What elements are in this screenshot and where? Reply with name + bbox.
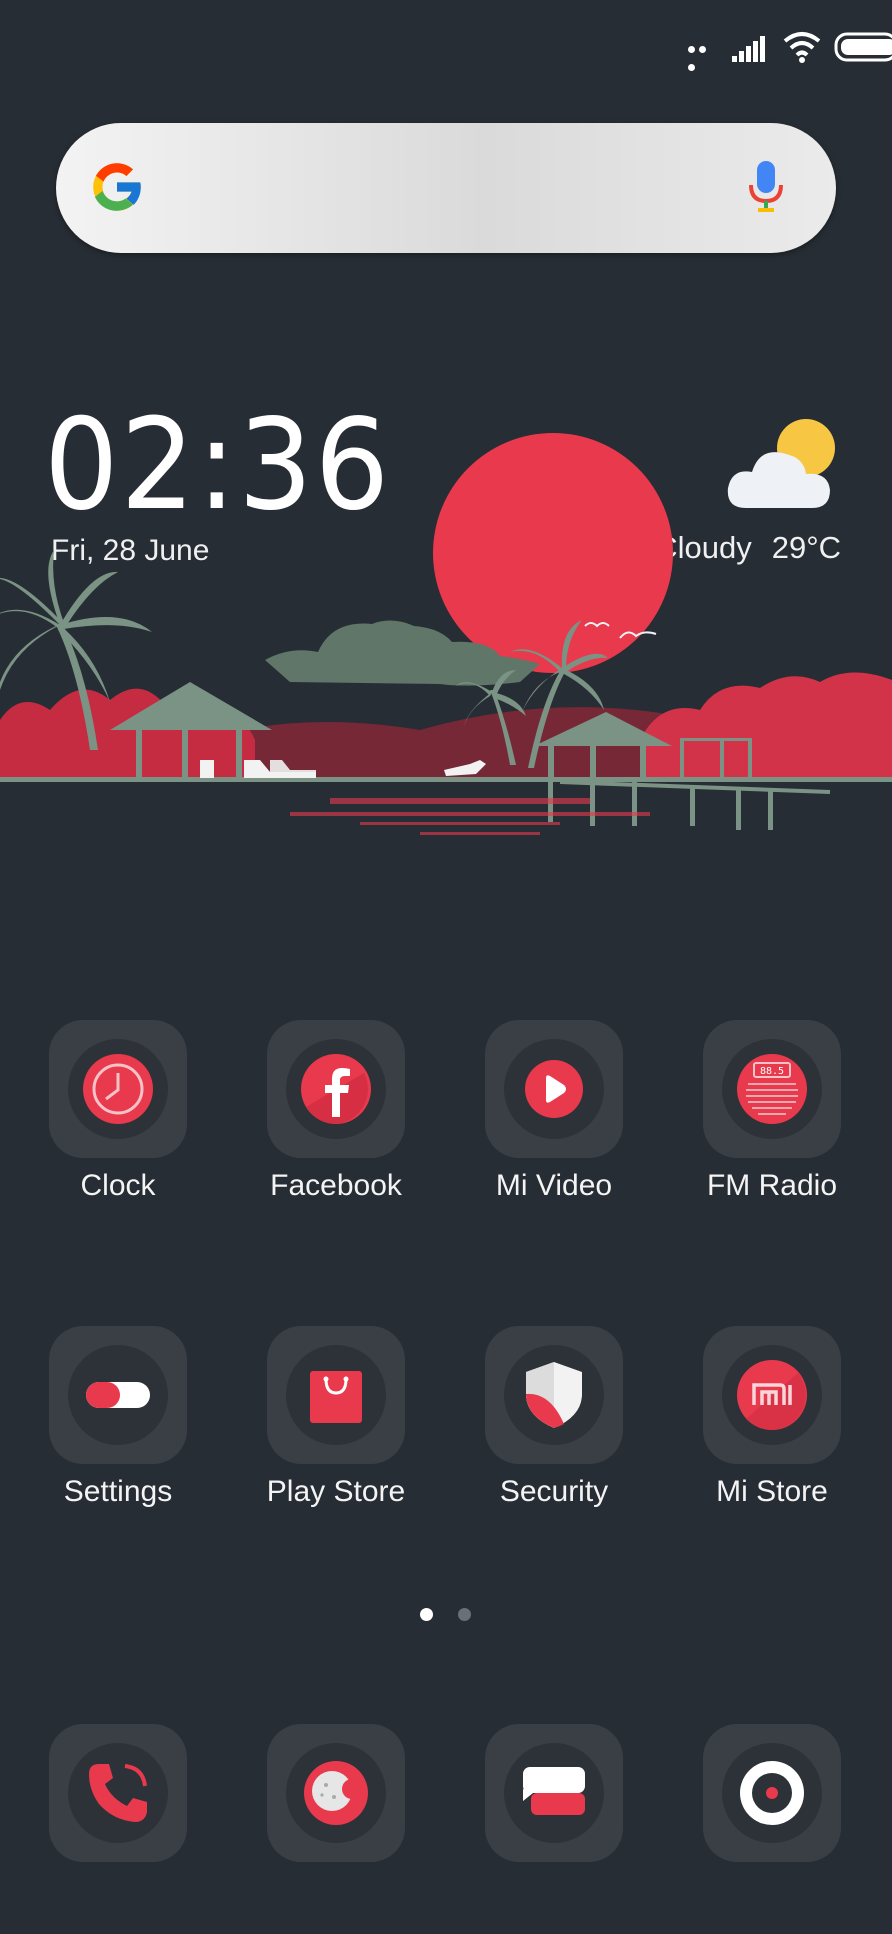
wallpaper-illustration xyxy=(0,433,892,835)
svg-text:88.5: 88.5 xyxy=(760,1066,784,1077)
app-label: Settings xyxy=(63,1475,173,1508)
google-logo xyxy=(93,163,143,211)
camera-icon xyxy=(740,1761,804,1825)
page-dot-active[interactable] xyxy=(420,1608,433,1621)
radio-icon: 88.5 xyxy=(737,1054,807,1124)
app-fm-radio[interactable]: 88.5 FM Radio xyxy=(682,1020,862,1230)
app-label: Clock xyxy=(80,1169,156,1202)
app-label: Security xyxy=(499,1475,609,1508)
app-security[interactable]: Security xyxy=(464,1326,644,1536)
app-label: FM Radio xyxy=(706,1169,838,1202)
app-settings[interactable]: Settings xyxy=(28,1326,208,1536)
phone-icon xyxy=(89,1764,147,1822)
shield-icon xyxy=(526,1362,582,1428)
app-label: Facebook xyxy=(270,1169,402,1202)
app-tile[interactable] xyxy=(485,1020,623,1158)
app-tile[interactable] xyxy=(267,1020,405,1158)
app-tile[interactable] xyxy=(49,1020,187,1158)
app-tile[interactable] xyxy=(267,1326,405,1464)
play-icon xyxy=(525,1060,583,1118)
app-label: Mi Store xyxy=(716,1475,828,1508)
page-dot[interactable] xyxy=(458,1608,471,1621)
app-facebook[interactable]: Facebook xyxy=(246,1020,426,1230)
clock-icon xyxy=(83,1054,153,1124)
app-clock[interactable]: Clock xyxy=(28,1020,208,1230)
status-bar xyxy=(0,14,892,71)
wifi-icon xyxy=(783,32,821,63)
more-dots-icon xyxy=(688,40,720,71)
messages-icon xyxy=(523,1767,585,1815)
app-label: Mi Video xyxy=(495,1169,613,1202)
browser-icon xyxy=(304,1761,368,1825)
dock-browser[interactable] xyxy=(246,1724,426,1934)
facebook-icon xyxy=(301,1054,371,1124)
dock-camera[interactable] xyxy=(682,1724,862,1934)
app-tile[interactable]: 88.5 xyxy=(703,1020,841,1158)
toggle-icon xyxy=(86,1382,150,1408)
page-indicator[interactable] xyxy=(0,1608,892,1628)
app-mi-video[interactable]: Mi Video xyxy=(464,1020,644,1230)
app-tile[interactable] xyxy=(267,1724,405,1862)
dock-phone[interactable] xyxy=(28,1724,208,1934)
signal-icon xyxy=(732,36,765,62)
microphone-icon[interactable] xyxy=(746,159,786,217)
app-tile[interactable] xyxy=(703,1724,841,1862)
google-search-bar[interactable] xyxy=(56,123,836,253)
app-tile[interactable] xyxy=(485,1326,623,1464)
shopping-bag-icon xyxy=(310,1371,362,1423)
battery-icon xyxy=(834,32,892,62)
app-mi-store[interactable]: Mi Store xyxy=(682,1326,862,1536)
app-tile[interactable] xyxy=(703,1326,841,1464)
app-tile[interactable] xyxy=(485,1724,623,1862)
mi-logo-icon xyxy=(737,1360,807,1431)
app-play-store[interactable]: Play Store xyxy=(246,1326,426,1536)
dock-messages[interactable] xyxy=(464,1724,644,1934)
app-tile[interactable] xyxy=(49,1326,187,1464)
app-tile[interactable] xyxy=(49,1724,187,1862)
app-label: Play Store xyxy=(266,1475,406,1508)
